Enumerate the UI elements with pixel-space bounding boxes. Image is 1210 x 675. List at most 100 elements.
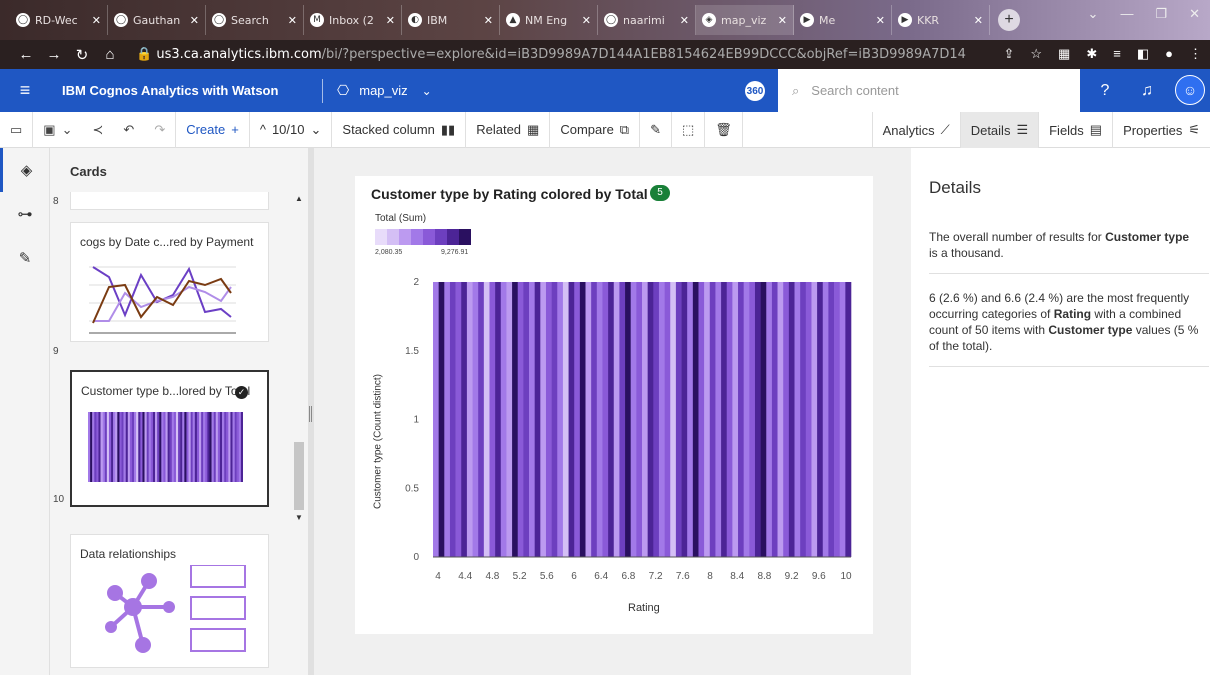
bar[interactable] — [562, 282, 569, 557]
star-icon[interactable]: ☆ — [1030, 46, 1042, 62]
scroll-up-icon[interactable]: ▲ — [295, 194, 303, 203]
cards-icon[interactable]: ◈ — [0, 148, 50, 192]
browser-tab[interactable]: ◯ Search ✕ — [206, 5, 304, 35]
bar[interactable] — [653, 282, 660, 557]
bar[interactable] — [709, 282, 716, 557]
bar[interactable] — [760, 282, 767, 557]
bar[interactable] — [591, 282, 598, 557]
card-data-relationships[interactable]: Data relationships — [70, 534, 269, 668]
bar[interactable] — [698, 282, 705, 557]
bar[interactable] — [455, 282, 462, 557]
bar[interactable] — [608, 282, 615, 557]
bar[interactable] — [602, 282, 609, 557]
main-chart[interactable]: 2 1.5 1 0.5 0 4 4.4 4.8 5.2 5.6 6 6.4 6.8 7.2 7.6 8 8.4 8… — [355, 176, 873, 634]
puzzle-icon[interactable]: ✱ — [1086, 46, 1097, 62]
bar[interactable] — [788, 282, 795, 557]
forward-icon[interactable]: → — [40, 46, 68, 63]
browser-tab[interactable]: ◈ map_viz ✕ — [696, 5, 794, 35]
bar[interactable] — [557, 282, 564, 557]
back-icon[interactable]: ← — [12, 46, 40, 63]
share-icon[interactable]: ⇪ — [1003, 46, 1014, 62]
bar[interactable] — [449, 282, 456, 557]
bar[interactable] — [738, 282, 744, 557]
details-button[interactable]: Details ☰ — [959, 112, 1039, 148]
chevron-down-icon[interactable]: ⌄ — [422, 84, 432, 98]
bar[interactable] — [568, 282, 575, 557]
bar[interactable] — [551, 282, 558, 557]
profile-icon[interactable]: ● — [1165, 46, 1173, 62]
browser-tab[interactable]: ◯ RD-Wec ✕ — [10, 5, 108, 35]
extensions-icon[interactable]: ▦ — [1058, 46, 1070, 62]
related-button[interactable]: Related ▦ — [466, 111, 551, 148]
minimize-icon[interactable]: — — [1120, 6, 1133, 22]
card-9[interactable]: cogs by Date c...red by Payment — [70, 222, 269, 342]
splitter-grip[interactable] — [309, 406, 312, 422]
browser-tab[interactable]: ▶ Me ✕ — [794, 5, 892, 35]
bar[interactable] — [800, 282, 807, 557]
bar[interactable] — [726, 282, 733, 557]
bar[interactable] — [540, 282, 547, 557]
bar[interactable] — [839, 282, 846, 557]
bar[interactable] — [483, 282, 490, 557]
close-icon[interactable]: ✕ — [484, 14, 493, 27]
bar[interactable] — [670, 282, 677, 557]
bar[interactable] — [585, 282, 592, 557]
paging-control[interactable]: ^ 10/10 ⌄ — [250, 111, 333, 148]
bar[interactable] — [681, 282, 688, 557]
home-icon[interactable]: ⌂ — [96, 46, 124, 63]
properties-button[interactable]: Properties ⚟ — [1112, 112, 1210, 148]
bar[interactable] — [743, 282, 750, 557]
bar[interactable] — [472, 282, 479, 557]
bar[interactable] — [817, 282, 824, 557]
compare-button[interactable]: Compare ⧉ — [550, 111, 641, 148]
scroll-down-icon[interactable]: ▼ — [295, 513, 303, 522]
bar[interactable] — [732, 282, 739, 557]
close-icon[interactable]: ✕ — [386, 14, 395, 27]
bar[interactable] — [444, 282, 451, 557]
bar[interactable] — [478, 282, 485, 557]
delete-button[interactable]: 🗑 — [705, 111, 743, 148]
bar[interactable] — [647, 282, 654, 557]
browser-tab[interactable]: M Inbox (2 ✕ — [304, 5, 402, 35]
viz-name[interactable]: map_viz — [359, 83, 407, 98]
bar[interactable] — [675, 282, 682, 557]
pin-icon[interactable]: ✎ — [0, 236, 50, 280]
bar[interactable] — [721, 282, 728, 557]
user-avatar[interactable]: ☺ — [1175, 75, 1205, 105]
bar[interactable] — [619, 282, 626, 557]
bar[interactable] — [512, 282, 519, 557]
help-icon[interactable]: ? — [1084, 69, 1126, 112]
redo-button[interactable]: ↷ — [144, 111, 177, 148]
bar[interactable] — [687, 282, 694, 557]
close-icon[interactable]: ✕ — [680, 14, 689, 27]
bar[interactable] — [461, 282, 468, 557]
bar[interactable] — [630, 282, 637, 557]
bar[interactable] — [805, 282, 812, 557]
close-icon[interactable]: ✕ — [876, 14, 885, 27]
bar[interactable] — [596, 282, 603, 557]
reload-icon[interactable]: ↻ — [68, 46, 96, 64]
menu-icon[interactable]: ⋮ — [1189, 46, 1202, 62]
bar[interactable] — [495, 282, 502, 557]
bar[interactable] — [517, 282, 524, 557]
bar[interactable] — [642, 282, 648, 557]
bar[interactable] — [534, 282, 541, 557]
close-icon[interactable]: ✕ — [288, 14, 297, 27]
browser-tab[interactable]: ◯ naarimi ✕ — [598, 5, 696, 35]
maximize-icon[interactable]: ❐ — [1155, 6, 1167, 22]
bar[interactable] — [636, 282, 643, 557]
focus-button[interactable]: ⬚ — [672, 111, 706, 148]
bar[interactable] — [771, 282, 778, 557]
create-button[interactable]: Create + — [176, 111, 250, 148]
card-10[interactable]: Customer type b...lored by Total ✓ — [70, 370, 269, 507]
share-button[interactable]: ≺ — [83, 112, 114, 148]
bar[interactable] — [545, 282, 552, 557]
browser-tab[interactable]: ▲ NM Eng ✕ — [500, 5, 598, 35]
bar[interactable] — [658, 282, 665, 557]
chevron-down-icon[interactable]: ⌄ — [1088, 6, 1099, 22]
comment-button[interactable]: ▭ — [0, 111, 34, 148]
undo-button[interactable]: ↶ — [113, 112, 144, 148]
bar[interactable] — [489, 282, 496, 557]
save-button[interactable]: ▣ ⌄ — [33, 112, 82, 148]
close-icon[interactable]: ✕ — [92, 14, 101, 27]
